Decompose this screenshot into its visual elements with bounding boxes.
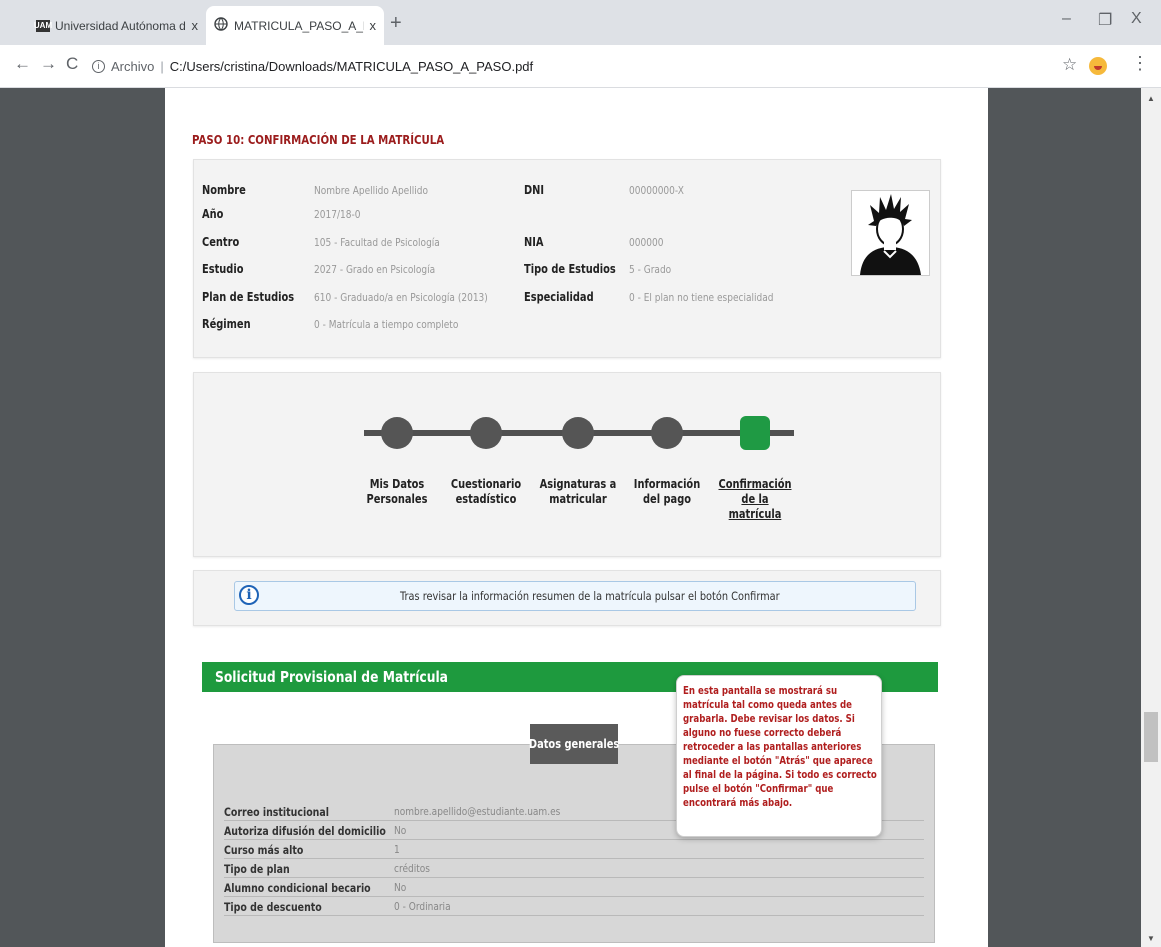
minimize-button[interactable]: – [1062,10,1071,28]
close-window-button[interactable]: X [1131,10,1142,28]
estudio-value: 2027 - Grado en Psicología [314,263,436,276]
step-label-1: Mis Datos Personales [366,477,428,506]
pdf-viewer: PASO 10: CONFIRMACIÓN DE LA MATRÍCULA No… [0,88,1141,947]
especialidad-label: Especialidad [524,290,594,304]
vertical-scrollbar[interactable]: ▲ ▼ [1141,88,1161,947]
scroll-up-arrow-icon[interactable]: ▲ [1147,94,1155,103]
tooltip-text: En esta pantalla se mostrará su matrícul… [683,685,877,809]
tipo-estudios-value: 5 - Grado [629,263,672,276]
tab-pdf[interactable]: MATRICULA_PASO_A_PASO.pdf x [206,6,384,45]
reload-button[interactable]: C [66,54,78,74]
info-notice: i Tras revisar la información resumen de… [234,581,916,611]
table-row: Alumno condicional becario No [224,879,924,897]
step-label-2: Cuestionario estadístico [450,477,522,506]
nia-value: 000000 [629,236,664,249]
table-row: Tipo de descuento 0 - Ordinaria [224,898,924,916]
table-row: Tipo de plan créditos [224,860,924,878]
tab-title: Universidad Autónoma de Madri [55,18,186,33]
tab-close-icon[interactable]: x [192,18,199,33]
step-label-5[interactable]: Confirmación de la matrícula [714,477,796,522]
progress-steps-card: Mis Datos Personales Cuestionario estadíst… [193,372,941,557]
dni-value: 00000000-X [629,184,684,197]
uam-favicon-icon: UAM [33,19,53,32]
globe-icon [214,17,228,34]
url-text: C:/Users/cristina/Downloads/MATRICULA_PA… [169,58,534,74]
step-label-4: Información del pago [633,477,701,506]
student-info-card: Nombre Nombre Apellido Apellido Año 2017… [193,159,941,358]
dni-label: DNI [524,183,545,197]
anio-value: 2017/18-0 [314,208,361,221]
row-value: No [394,881,407,894]
centro-label: Centro [202,235,240,249]
plan-label: Plan de Estudios [202,290,295,304]
back-button[interactable]: ← [14,54,31,74]
nombre-value: Nombre Apellido Apellido [314,184,428,197]
estudio-label: Estudio [202,262,244,276]
row-label: Autoriza difusión del domicilio [224,824,386,838]
bookmark-star-icon[interactable]: ☆ [1062,55,1077,75]
nia-label: NIA [524,235,544,249]
nombre-label: Nombre [202,183,246,197]
url-scheme: Archivo [111,58,155,74]
especialidad-value: 0 - El plan no tiene especialidad [629,291,774,304]
tab-uam[interactable]: UAM Universidad Autónoma de Madri x [28,6,206,45]
plan-value: 610 - Graduado/a en Psicología (2013) [314,291,488,304]
address-toolbar: ← → C i Archivo | C:/Users/cristina/Down… [0,45,1161,88]
section-title: Solicitud Provisional de Matrícula [215,668,448,686]
step-label-3: Asignaturas a matricular [539,477,617,506]
tab-title: MATRICULA_PASO_A_PASO.pdf [234,18,364,33]
site-info-icon[interactable]: i [92,59,105,73]
pdf-page: PASO 10: CONFIRMACIÓN DE LA MATRÍCULA No… [165,88,988,947]
step-title: PASO 10: CONFIRMACIÓN DE LA MATRÍCULA [192,133,445,147]
anio-label: Año [202,207,224,221]
new-tab-button[interactable]: + [390,12,402,35]
tab-close-icon[interactable]: x [370,18,377,33]
row-label: Curso más alto [224,843,304,857]
notice-text: Tras revisar la información resumen de l… [400,589,780,603]
row-value: 1 [394,843,400,856]
row-value: créditos [394,862,431,875]
profile-avatar-icon[interactable] [1089,57,1107,75]
maximize-button[interactable]: ❐ [1098,10,1112,30]
info-icon: i [239,585,259,605]
forward-button[interactable]: → [40,54,57,74]
regimen-label: Régimen [202,317,251,331]
step-node-2 [470,417,502,449]
notice-card: i Tras revisar la información resumen de… [193,570,941,626]
row-label: Alumno condicional becario [224,881,371,895]
row-value: No [394,824,407,837]
step-node-1 [381,417,413,449]
help-tooltip: En esta pantalla se mostrará su matrícul… [676,675,882,837]
scroll-thumb[interactable] [1144,712,1158,762]
scroll-down-arrow-icon[interactable]: ▼ [1147,934,1155,943]
step-node-5-active [740,416,770,450]
row-label: Tipo de plan [224,862,290,876]
tipo-estudios-label: Tipo de Estudios [524,262,616,276]
student-photo-avatar [851,190,930,276]
regimen-value: 0 - Matrícula a tiempo completo [314,318,459,331]
centro-value: 105 - Facultad de Psicología [314,236,440,249]
menu-kebab-icon[interactable]: ⋮ [1131,53,1149,74]
step-node-4 [651,417,683,449]
row-value: 0 - Ordinaria [394,900,451,913]
datos-generales-tab[interactable]: Datos generales [529,724,619,764]
url-separator: | [160,58,164,74]
address-bar[interactable]: i Archivo | C:/Users/cristina/Downloads/… [92,53,533,79]
browser-tab-strip: UAM Universidad Autónoma de Madri x MATR… [0,0,1161,45]
table-row: Curso más alto 1 [224,841,924,859]
step-node-3 [562,417,594,449]
row-label: Correo institucional [224,805,329,819]
row-value: nombre.apellido@estudiante.uam.es [394,805,561,818]
row-label: Tipo de descuento [224,900,322,914]
